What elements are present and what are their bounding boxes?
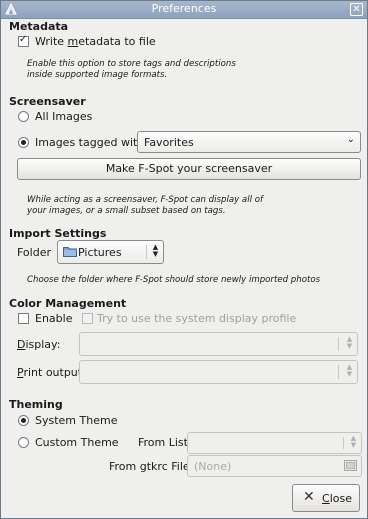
radio-selected-dot bbox=[21, 140, 26, 145]
close-icon: ✕ bbox=[303, 489, 315, 505]
images-tagged-label[interactable]: Images tagged with: bbox=[35, 136, 148, 149]
close-button-label: Close bbox=[322, 492, 352, 505]
gtkrc-file-value: (None) bbox=[194, 460, 232, 473]
tag-select[interactable]: Favorites ⌄ bbox=[137, 131, 361, 153]
combo-separator bbox=[146, 245, 147, 259]
write-metadata-label[interactable]: Write metadata to file bbox=[35, 35, 156, 48]
display-profile-select[interactable]: ▲ ▼ bbox=[79, 332, 358, 356]
color-enable-checkbox[interactable] bbox=[18, 313, 29, 324]
theming-heading: Theming bbox=[9, 398, 63, 411]
all-images-label[interactable]: All Images bbox=[35, 110, 92, 123]
custom-theme-radio[interactable] bbox=[18, 437, 29, 448]
system-profile-label[interactable]: Try to use the system display profile bbox=[97, 312, 296, 325]
theme-list-select[interactable]: ▲ ▼ bbox=[187, 432, 362, 454]
gtkrc-file-chooser[interactable]: (None) bbox=[187, 455, 362, 477]
display-label: Display: bbox=[17, 338, 61, 351]
file-browse-icon bbox=[344, 460, 357, 471]
images-tagged-radio[interactable] bbox=[18, 137, 29, 148]
combo-separator bbox=[343, 437, 344, 449]
folder-chooser[interactable]: Pictures ▲ ▼ bbox=[57, 240, 164, 264]
combo-separator bbox=[338, 365, 339, 379]
close-button[interactable]: ✕ Close bbox=[292, 484, 360, 512]
screensaver-heading: Screensaver bbox=[9, 95, 86, 108]
folder-label: Folder bbox=[17, 246, 51, 259]
preferences-window: Preferences ✕ Metadata ✓ Write metadata … bbox=[0, 0, 368, 519]
color-heading: Color Management bbox=[9, 297, 127, 310]
combo-separator bbox=[338, 337, 339, 351]
radio-selected-dot bbox=[21, 418, 26, 423]
metadata-heading: Metadata bbox=[9, 20, 69, 33]
folder-value: Pictures bbox=[78, 246, 122, 259]
metadata-description: Enable this option to store tags and des… bbox=[27, 59, 236, 80]
spin-arrows-icon: ▲ ▼ bbox=[152, 243, 159, 258]
write-metadata-checkbox[interactable]: ✓ bbox=[18, 34, 29, 47]
folder-icon bbox=[63, 247, 77, 257]
color-enable-label[interactable]: Enable bbox=[35, 312, 72, 325]
spin-arrows-icon: ▲ ▼ bbox=[346, 363, 353, 378]
import-description: Choose the folder where F-Spot should st… bbox=[27, 275, 321, 285]
title-bar: Preferences ✕ bbox=[1, 1, 367, 19]
import-heading: Import Settings bbox=[9, 227, 107, 240]
all-images-radio[interactable] bbox=[18, 111, 29, 122]
print-profile-select[interactable]: ▲ ▼ bbox=[79, 360, 358, 384]
custom-theme-label[interactable]: Custom Theme bbox=[35, 436, 119, 449]
system-profile-checkbox[interactable] bbox=[82, 313, 93, 324]
tag-select-value: Favorites bbox=[144, 136, 194, 149]
window-title: Preferences bbox=[151, 2, 217, 15]
spin-arrows-icon: ▲ ▼ bbox=[350, 434, 357, 449]
print-output-label: Print output: bbox=[17, 366, 86, 379]
spin-arrows-icon: ▲ ▼ bbox=[346, 335, 353, 350]
close-icon[interactable]: ✕ bbox=[350, 3, 363, 16]
make-screensaver-button[interactable]: Make F-Spot your screensaver bbox=[17, 158, 361, 180]
system-theme-radio[interactable] bbox=[18, 415, 29, 426]
gtkrc-file-label: From gtkrc File: bbox=[109, 460, 194, 473]
screensaver-description: While acting as a screensaver, F-Spot ca… bbox=[27, 195, 263, 216]
from-list-label: From List: bbox=[138, 436, 192, 449]
checkmark-icon: ✓ bbox=[19, 34, 28, 45]
chevron-down-icon: ⌄ bbox=[346, 134, 355, 145]
system-theme-label[interactable]: System Theme bbox=[35, 414, 117, 427]
